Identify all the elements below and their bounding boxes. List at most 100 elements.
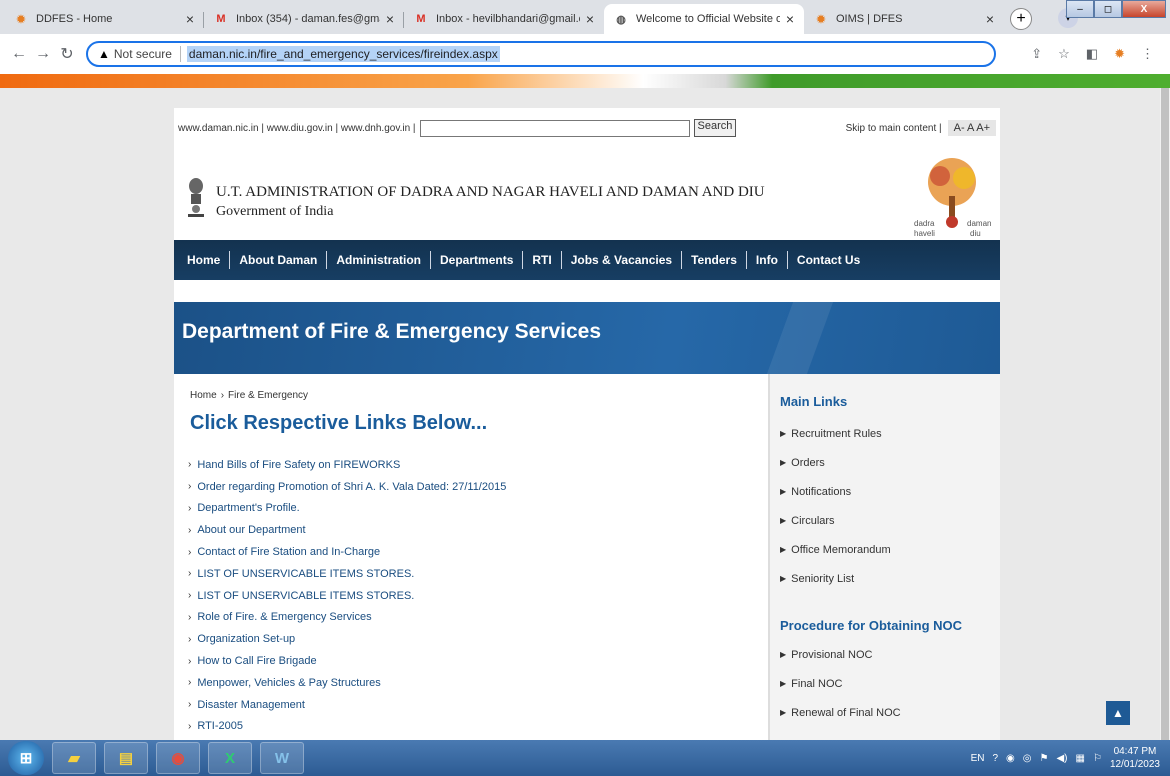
- nav-about-daman[interactable]: About Daman: [230, 251, 328, 269]
- language-indicator[interactable]: EN: [971, 753, 985, 764]
- close-tab-icon[interactable]: ×: [586, 11, 594, 27]
- sidebar-item-label[interactable]: Seniority List: [791, 573, 854, 585]
- sidebar-item-label[interactable]: Renewal of Final NOC: [791, 707, 900, 719]
- sidebar-item-notifications[interactable]: ▶ Notifications: [780, 477, 891, 506]
- sidebar-item-label[interactable]: Orders: [791, 457, 825, 469]
- nav-contact-us[interactable]: Contact Us: [788, 251, 869, 269]
- list-item[interactable]: › Contact of Fire Station and In-Charge: [188, 541, 506, 563]
- nav-jobs-vacancies[interactable]: Jobs & Vacancies: [562, 251, 683, 269]
- bookmark-star-icon[interactable]: ☆: [1058, 46, 1070, 62]
- excel-icon[interactable]: X: [208, 742, 252, 774]
- sidebar-item-recruitment-rules[interactable]: ▶ Recruitment Rules: [780, 419, 891, 448]
- sidebar-item-label[interactable]: Provisional NOC: [791, 649, 872, 661]
- link-label[interactable]: Disaster Management: [197, 699, 305, 711]
- sidebar-item-office-memorandum[interactable]: ▶ Office Memorandum: [780, 535, 891, 564]
- sidebar-item-label[interactable]: Notifications: [791, 486, 851, 498]
- minimize-button[interactable]: –: [1066, 0, 1094, 18]
- list-item[interactable]: › Role of Fire. & Emergency Services: [188, 607, 506, 629]
- reload-icon[interactable]: ↻: [56, 44, 78, 64]
- maximize-button[interactable]: ◻: [1094, 0, 1122, 18]
- sidebar-item-circulars[interactable]: ▶ Circulars: [780, 506, 891, 535]
- tab-official-website[interactable]: ◍ Welcome to Official Website o ×: [604, 4, 804, 34]
- nav-home[interactable]: Home: [178, 251, 231, 269]
- skip-to-main-link[interactable]: Skip to main content |: [846, 123, 942, 134]
- sidebar-item-orders[interactable]: ▶ Orders: [780, 448, 891, 477]
- link-label[interactable]: Order regarding Promotion of Shri A. K. …: [197, 481, 506, 493]
- sidebar-item-label[interactable]: Office Memorandum: [791, 544, 890, 556]
- omnibox[interactable]: ▲ Not secure daman.nic.in/fire_and_emerg…: [86, 41, 996, 67]
- link-label[interactable]: Hand Bills of Fire Safety on FIREWORKS: [197, 459, 400, 471]
- close-tab-icon[interactable]: ×: [186, 11, 194, 27]
- tray-app-icon[interactable]: ◉: [1006, 753, 1015, 764]
- side-panel-icon[interactable]: ◧: [1086, 46, 1098, 62]
- network-icon[interactable]: ▦: [1076, 753, 1085, 764]
- related-site-links[interactable]: www.daman.nic.in | www.diu.gov.in | www.…: [178, 123, 416, 134]
- forward-arrow-icon[interactable]: →: [32, 45, 54, 63]
- breadcrumb-home[interactable]: Home: [190, 390, 217, 401]
- sidebar-item-renewal-final-noc[interactable]: ▶ Renewal of Final NOC: [780, 698, 901, 727]
- start-button[interactable]: ⊞: [8, 741, 44, 775]
- site-search-button[interactable]: Search: [693, 119, 737, 137]
- site-search-input[interactable]: [419, 119, 690, 137]
- security-status[interactable]: Not secure: [114, 47, 172, 61]
- tray-app-icon[interactable]: ⚑: [1040, 753, 1049, 764]
- clock[interactable]: 04:47 PM 12/01/2023: [1110, 745, 1160, 771]
- tab-gmail-inbox-hevil[interactable]: M Inbox - hevilbhandari@gmail.c ×: [404, 4, 604, 34]
- flag-icon[interactable]: ⚐: [1093, 753, 1102, 764]
- nav-administration[interactable]: Administration: [327, 251, 432, 269]
- tray-app-icon[interactable]: ◎: [1023, 753, 1032, 764]
- list-item[interactable]: › LIST OF UNSERVICABLE ITEMS STORES.: [188, 563, 506, 585]
- sidebar-item-label[interactable]: Circulars: [791, 515, 834, 527]
- close-tab-icon[interactable]: ×: [986, 11, 994, 27]
- tab-ddfes-home[interactable]: ✹ DDFES - Home ×: [4, 4, 204, 34]
- link-label[interactable]: Contact of Fire Station and In-Charge: [197, 546, 380, 558]
- close-tab-icon[interactable]: ×: [786, 11, 794, 27]
- link-label[interactable]: LIST OF UNSERVICABLE ITEMS STORES.: [197, 568, 414, 580]
- word-icon[interactable]: W: [260, 742, 304, 774]
- list-item[interactable]: › Department's Profile.: [188, 498, 506, 520]
- nav-tenders[interactable]: Tenders: [682, 251, 747, 269]
- list-item[interactable]: › Order regarding Promotion of Shri A. K.…: [188, 476, 506, 498]
- link-label[interactable]: About our Department: [197, 524, 305, 536]
- list-item[interactable]: › Organization Set-up: [188, 628, 506, 650]
- link-label[interactable]: Role of Fire. & Emergency Services: [197, 611, 371, 623]
- warning-icon[interactable]: ▲: [98, 47, 110, 61]
- tab-gmail-inbox-daman[interactable]: M Inbox (354) - daman.fes@gmai ×: [204, 4, 404, 34]
- nav-departments[interactable]: Departments: [431, 251, 524, 269]
- list-item[interactable]: › Disaster Management: [188, 694, 506, 716]
- chrome-icon[interactable]: ◉: [156, 742, 200, 774]
- link-label[interactable]: Organization Set-up: [197, 633, 295, 645]
- new-tab-button[interactable]: +: [1010, 8, 1032, 30]
- link-label[interactable]: RTI-2005: [197, 720, 243, 732]
- list-item[interactable]: › How to Call Fire Brigade: [188, 650, 506, 672]
- list-item[interactable]: › RTI-2005: [188, 716, 506, 738]
- sidebar-item-label[interactable]: Final NOC: [791, 678, 842, 690]
- sidebar-item-provisional-noc[interactable]: ▶ Provisional NOC: [780, 640, 901, 669]
- close-tab-icon[interactable]: ×: [386, 11, 394, 27]
- share-icon[interactable]: ⇪: [1031, 46, 1042, 62]
- link-label[interactable]: LIST OF UNSERVICABLE ITEMS STORES.: [197, 590, 414, 602]
- list-item[interactable]: › LIST OF UNSERVICABLE ITEMS STORES.: [188, 585, 506, 607]
- extension-icon[interactable]: ✹: [1114, 46, 1125, 62]
- url-text[interactable]: daman.nic.in/fire_and_emergency_services…: [186, 46, 500, 62]
- sidebar-item-label[interactable]: Recruitment Rules: [791, 428, 881, 440]
- tab-oims-dfes[interactable]: ✹ OIMS | DFES ×: [804, 4, 1004, 34]
- file-manager-icon[interactable]: ▤: [104, 742, 148, 774]
- list-item[interactable]: › Menpower, Vehicles & Pay Structures: [188, 672, 506, 694]
- volume-icon[interactable]: ◀): [1056, 753, 1067, 764]
- link-label[interactable]: Menpower, Vehicles & Pay Structures: [197, 677, 380, 689]
- scrollbar-thumb[interactable]: [1161, 88, 1169, 740]
- close-window-button[interactable]: X: [1122, 0, 1166, 18]
- list-item[interactable]: › Hand Bills of Fire Safety on FIREWORKS: [188, 454, 506, 476]
- menu-kebab-icon[interactable]: ⋮: [1141, 46, 1154, 62]
- nav-info[interactable]: Info: [747, 251, 788, 269]
- page-scrollbar[interactable]: [1160, 88, 1170, 740]
- list-item[interactable]: › About our Department: [188, 519, 506, 541]
- sidebar-item-seniority-list[interactable]: ▶ Seniority List: [780, 564, 891, 593]
- font-size-controls[interactable]: A- A A+: [947, 120, 996, 136]
- back-arrow-icon[interactable]: ←: [8, 45, 30, 63]
- help-icon[interactable]: ?: [992, 753, 998, 764]
- explorer-icon[interactable]: ▰: [52, 742, 96, 774]
- scroll-to-top-button[interactable]: ▲: [1106, 701, 1130, 725]
- link-label[interactable]: Department's Profile.: [197, 502, 299, 514]
